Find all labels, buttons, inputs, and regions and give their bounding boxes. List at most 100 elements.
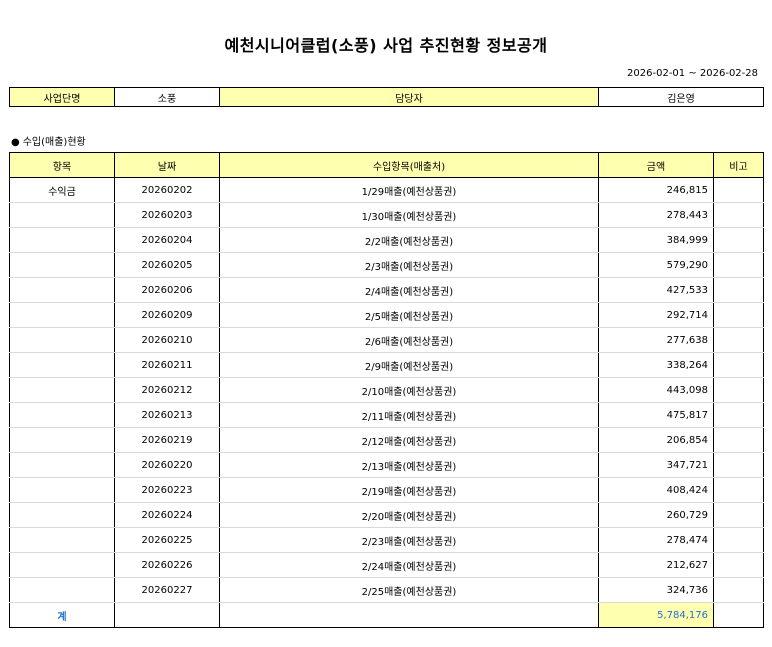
row-description: 2/6매출(예천상품권): [219, 327, 599, 353]
row-note: [713, 202, 764, 228]
row-date: 20260225: [114, 527, 220, 553]
row-item: [9, 377, 115, 403]
business-info-table: 사업단명 소풍 담당자 김은영: [9, 87, 764, 107]
header-date: 날짜: [114, 152, 220, 178]
row-date: 20260212: [114, 377, 220, 403]
row-note: [713, 277, 764, 303]
row-note: [713, 477, 764, 503]
row-note: [713, 552, 764, 578]
row-item: 수익금: [9, 177, 115, 203]
row-item: [9, 527, 115, 553]
header-item: 항목: [9, 152, 115, 178]
table-row: 수익금 20260202 1/29매출(예천상품권) 246,815: [9, 177, 764, 203]
table-header-row: 항목 날짜 수입항목(매출처) 금액 비고: [9, 152, 764, 178]
table-row: 20260220 2/13매출(예천상품권) 347,721: [9, 452, 764, 478]
row-amount: 408,424: [598, 477, 714, 503]
row-description: 2/3매출(예천상품권): [219, 252, 599, 278]
section-title: 수입(매출)현황: [22, 137, 86, 148]
table-row: 20260213 2/11매출(예천상품권) 475,817: [9, 402, 764, 428]
row-date: 20260205: [114, 252, 220, 278]
table-row: 20260203 1/30매출(예천상품권) 278,443: [9, 202, 764, 228]
row-item: [9, 552, 115, 578]
row-date: 20260211: [114, 352, 220, 378]
row-item: [9, 477, 115, 503]
header-note: 비고: [713, 152, 764, 178]
row-description: 2/19매출(예천상품권): [219, 477, 599, 503]
row-amount: 278,443: [598, 202, 714, 228]
row-description: 2/5매출(예천상품권): [219, 302, 599, 328]
table-row: 20260219 2/12매출(예천상품권) 206,854: [9, 427, 764, 453]
total-empty-cell: [219, 602, 599, 628]
row-item: [9, 277, 115, 303]
row-date: 20260206: [114, 277, 220, 303]
row-date: 20260203: [114, 202, 220, 228]
row-amount: 347,721: [598, 452, 714, 478]
row-date: 20260226: [114, 552, 220, 578]
manager-value: 김은영: [598, 87, 764, 107]
row-amount: 475,817: [598, 402, 714, 428]
row-date: 20260204: [114, 227, 220, 253]
row-note: [713, 452, 764, 478]
total-row: 계 5,784,176: [9, 602, 764, 628]
table-row: 20260227 2/25매출(예천상품권) 324,736: [9, 577, 764, 603]
row-note: [713, 327, 764, 353]
business-info-row: 사업단명 소풍 담당자 김은영: [9, 87, 764, 107]
row-item: [9, 352, 115, 378]
row-item: [9, 202, 115, 228]
row-amount: 338,264: [598, 352, 714, 378]
row-date: 20260223: [114, 477, 220, 503]
row-amount: 443,098: [598, 377, 714, 403]
table-row: 20260209 2/5매출(예천상품권) 292,714: [9, 302, 764, 328]
row-amount: 427,533: [598, 277, 714, 303]
total-empty-cell: [114, 602, 220, 628]
row-amount: 260,729: [598, 502, 714, 528]
row-item: [9, 327, 115, 353]
table-row: 20260204 2/2매출(예천상품권) 384,999: [9, 227, 764, 253]
table-row: 20260226 2/24매출(예천상품권) 212,627: [9, 552, 764, 578]
row-description: 1/30매출(예천상품권): [219, 202, 599, 228]
row-amount: 246,815: [598, 177, 714, 203]
row-description: 2/10매출(예천상품권): [219, 377, 599, 403]
row-item: [9, 502, 115, 528]
row-item: [9, 227, 115, 253]
row-item: [9, 452, 115, 478]
row-date: 20260227: [114, 577, 220, 603]
table-row: 20260225 2/23매출(예천상품권) 278,474: [9, 527, 764, 553]
row-description: 2/4매출(예천상품권): [219, 277, 599, 303]
row-amount: 206,854: [598, 427, 714, 453]
table-row: 20260224 2/20매출(예천상품권) 260,729: [9, 502, 764, 528]
row-amount: 324,736: [598, 577, 714, 603]
row-description: 1/29매출(예천상품권): [219, 177, 599, 203]
table-row: 20260223 2/19매출(예천상품권) 408,424: [9, 477, 764, 503]
row-amount: 212,627: [598, 552, 714, 578]
row-item: [9, 402, 115, 428]
bullet-icon: ●: [11, 137, 20, 148]
row-description: 2/20매출(예천상품권): [219, 502, 599, 528]
row-date: 20260209: [114, 302, 220, 328]
table-body: 수익금 20260202 1/29매출(예천상품권) 246,815 20260203 1…: [9, 177, 764, 603]
row-description: 2/11매출(예천상품권): [219, 402, 599, 428]
total-label: 계: [9, 602, 115, 628]
table-row: 20260206 2/4매출(예천상품권) 427,533: [9, 277, 764, 303]
row-note: [713, 502, 764, 528]
row-amount: 292,714: [598, 302, 714, 328]
row-item: [9, 427, 115, 453]
row-amount: 579,290: [598, 252, 714, 278]
business-value: 소풍: [114, 87, 220, 107]
row-item: [9, 577, 115, 603]
row-date: 20260220: [114, 452, 220, 478]
row-note: [713, 377, 764, 403]
row-date: 20260224: [114, 502, 220, 528]
row-date: 20260210: [114, 327, 220, 353]
row-note: [713, 302, 764, 328]
row-note: [713, 577, 764, 603]
row-date: 20260202: [114, 177, 220, 203]
row-description: 2/9매출(예천상품권): [219, 352, 599, 378]
header-amount: 금액: [598, 152, 714, 178]
header-description: 수입항목(매출처): [219, 152, 599, 178]
row-description: 2/2매출(예천상품권): [219, 227, 599, 253]
business-label: 사업단명: [9, 87, 115, 107]
row-date: 20260213: [114, 402, 220, 428]
row-amount: 278,474: [598, 527, 714, 553]
total-empty-cell: [713, 602, 764, 628]
